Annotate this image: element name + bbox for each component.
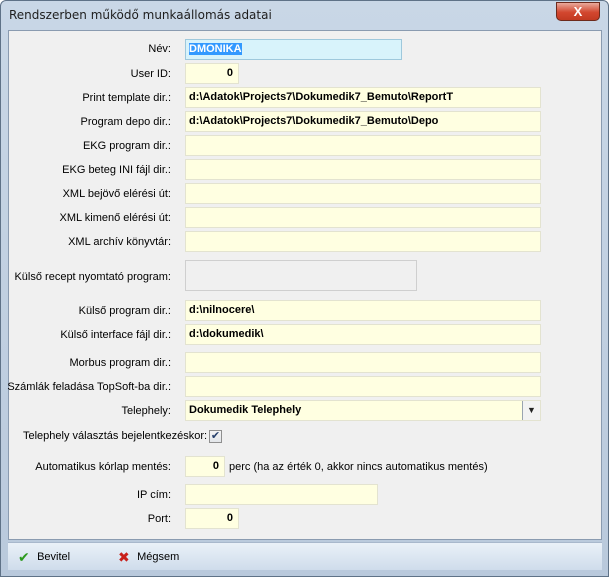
user-id-input[interactable]: 0 xyxy=(185,63,239,84)
close-button[interactable]: X xyxy=(556,2,600,21)
xml-kimeno-input[interactable] xyxy=(185,207,541,228)
name-label: Név: xyxy=(148,43,171,55)
xml-archiv-input[interactable] xyxy=(185,231,541,252)
telephely-valasztas-checkbox[interactable]: ✔ xyxy=(209,430,222,443)
xml-bejovo-label: XML bejövő elérési út: xyxy=(62,188,171,200)
ekg-beteg-ini-label: EKG beteg INI fájl dir.: xyxy=(62,164,171,176)
ekg-program-label: EKG program dir.: xyxy=(82,140,171,152)
print-template-input[interactable]: d:\Adatok\Projects7\Dokumedik7_Bemuto\Re… xyxy=(185,87,541,108)
user-id-label: User ID: xyxy=(130,68,171,80)
window-title: Rendszerben működő munkaállomás adatai xyxy=(9,8,272,22)
telephely-value: Dokumedik Telephely xyxy=(189,404,302,416)
kulso-interface-label: Külső interface fájl dir.: xyxy=(60,329,171,341)
checkmark-icon: ✔ xyxy=(18,549,30,565)
program-depo-label: Program depo dir.: xyxy=(80,116,172,128)
korlap-input[interactable]: 0 xyxy=(185,456,225,477)
dialog-window: Rendszerben működő munkaállomás adatai X… xyxy=(0,0,609,577)
program-depo-input[interactable]: d:\Adatok\Projects7\Dokumedik7_Bemuto\De… xyxy=(185,111,541,132)
ok-button[interactable]: ✔ Bevitel xyxy=(18,549,70,566)
cancel-button[interactable]: ✖ Mégsem xyxy=(118,549,179,566)
print-template-label: Print template dir.: xyxy=(82,92,171,104)
szamlak-label: Számlák feladása TopSoft-ba dir.: xyxy=(7,381,171,393)
chevron-down-icon[interactable]: ▼ xyxy=(522,401,540,420)
close-icon: ✖ xyxy=(118,549,130,565)
kulso-recept-input[interactable] xyxy=(185,260,417,291)
cancel-button-label: Mégsem xyxy=(137,551,180,563)
ip-input[interactable] xyxy=(185,484,378,505)
ok-button-label: Bevitel xyxy=(37,551,71,563)
ekg-program-input[interactable] xyxy=(185,135,541,156)
checkmark-icon: ✔ xyxy=(210,430,221,442)
button-bar: ✔ Bevitel ✖ Mégsem xyxy=(8,542,602,570)
kulso-program-label: Külső program dir.: xyxy=(78,305,171,317)
kulso-interface-input[interactable]: d:\dokumedik\ xyxy=(185,324,541,345)
kulso-program-input[interactable]: d:\nilnocere\ xyxy=(185,300,541,321)
xml-archiv-label: XML archív könyvtár: xyxy=(68,236,171,248)
szamlak-input[interactable] xyxy=(185,376,541,397)
morbus-label: Morbus program dir.: xyxy=(69,357,171,369)
telephely-select[interactable]: Dokumedik Telephely ▼ xyxy=(185,400,541,421)
xml-kimeno-label: XML kimenő elérési út: xyxy=(59,212,171,224)
morbus-input[interactable] xyxy=(185,352,541,373)
korlap-label: Automatikus kórlap mentés: xyxy=(35,461,171,473)
korlap-suffix: perc (ha az érték 0, akkor nincs automat… xyxy=(229,461,488,473)
name-input[interactable]: DMONIKA xyxy=(185,39,402,60)
telephely-valasztas-label: Telephely választás bejelentkezéskor: xyxy=(23,430,208,442)
name-value: DMONIKA xyxy=(189,43,242,55)
title-bar[interactable]: Rendszerben működő munkaállomás adatai X xyxy=(1,1,608,31)
form-area: Név: DMONIKA User ID: 0 Print template d… xyxy=(7,30,602,540)
ekg-beteg-ini-input[interactable] xyxy=(185,159,541,180)
telephely-label: Telephely: xyxy=(121,405,171,417)
xml-bejovo-input[interactable] xyxy=(185,183,541,204)
kulso-recept-label: Külső recept nyomtató program: xyxy=(14,271,171,283)
port-input[interactable]: 0 xyxy=(185,508,239,529)
port-label: Port: xyxy=(147,513,171,525)
ip-label: IP cím: xyxy=(136,489,171,501)
